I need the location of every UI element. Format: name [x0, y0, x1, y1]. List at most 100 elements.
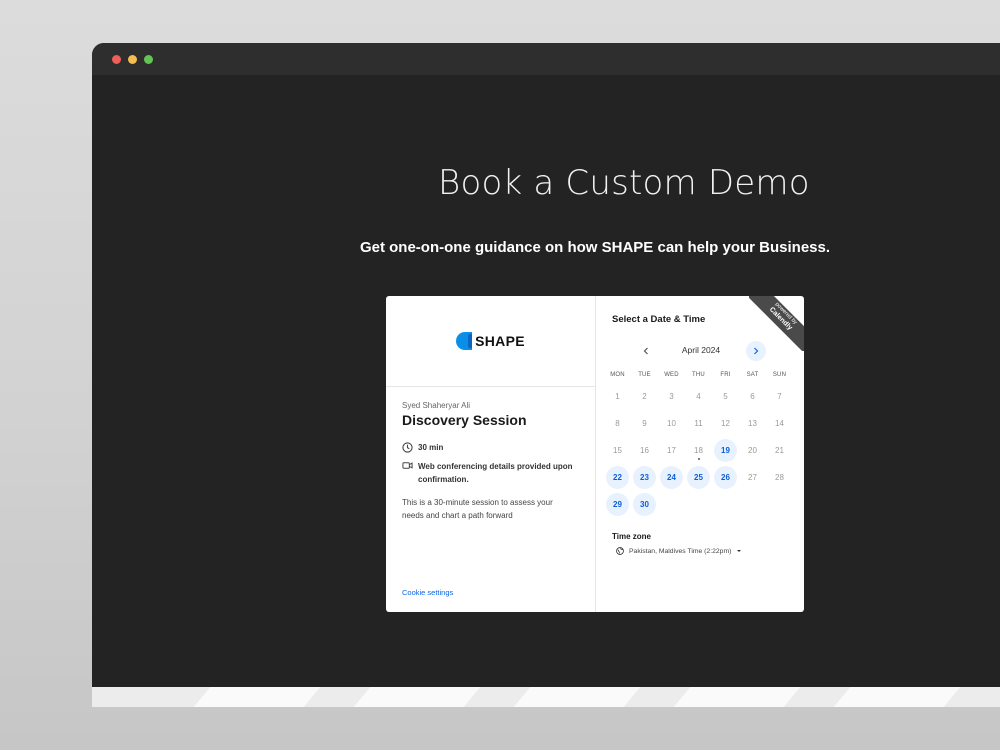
available-date-button[interactable]: 23 — [631, 464, 658, 491]
minimize-window-button[interactable] — [128, 55, 137, 64]
day-number: 19 — [714, 439, 737, 462]
weekday-label: WED — [664, 372, 679, 378]
weekday-label: MON — [610, 372, 625, 378]
calendar-day: 8 — [604, 410, 631, 437]
day-number: 10 — [667, 419, 676, 428]
event-details-pane: SHAPE Syed Shaheryar Ali Discovery Sessi… — [386, 296, 596, 612]
calendar-day: 18 — [685, 437, 712, 464]
bezel-highlight — [193, 687, 321, 707]
weekday-label: TUE — [638, 372, 651, 378]
chevron-left-icon — [643, 347, 648, 355]
available-date-button[interactable]: 24 — [658, 464, 685, 491]
available-date-button[interactable]: 22 — [604, 464, 631, 491]
day-number: 21 — [775, 446, 784, 455]
caret-down-icon — [737, 550, 742, 552]
weekday-label: SUN — [772, 372, 787, 378]
day-number: 29 — [606, 493, 629, 516]
day-number: 7 — [777, 392, 782, 401]
shape-logo-mark — [456, 332, 473, 350]
calendar-day: 15 — [604, 437, 631, 464]
shape-logo: SHAPE — [456, 332, 525, 350]
day-number: 26 — [714, 466, 737, 489]
bezel-highlight — [833, 687, 961, 707]
calendar-day: 20 — [739, 437, 766, 464]
day-number: 3 — [669, 392, 674, 401]
day-number: 17 — [667, 446, 676, 455]
date-picker-pane: Select a Date & Time April 2024 MON TUE WE… — [596, 296, 804, 612]
logo-area: SHAPE — [386, 296, 595, 387]
day-number: 28 — [775, 473, 784, 482]
maximize-window-button[interactable] — [144, 55, 153, 64]
day-number: 5 — [723, 392, 728, 401]
day-number: 23 — [633, 466, 656, 489]
day-number: 24 — [660, 466, 683, 489]
day-number: 6 — [750, 392, 755, 401]
weekday-header: MON TUE WED THU FRI SAT SUN — [604, 372, 798, 378]
calendar-day: 3 — [658, 383, 685, 410]
calendar-days-grid: 1 2 3 4 5 6 7 8 9 10 11 12 13 14 15 16 17 18 19 20 21 22 23 24 2… — [604, 383, 798, 518]
bezel-highlight — [673, 687, 801, 707]
day-number: 14 — [775, 419, 784, 428]
day-number: 2 — [642, 392, 647, 401]
day-number: 13 — [748, 419, 757, 428]
calendar-day: 4 — [685, 383, 712, 410]
calendar-day: 2 — [631, 383, 658, 410]
day-number: 12 — [721, 419, 730, 428]
available-date-button[interactable]: 26 — [712, 464, 739, 491]
video-camera-icon — [402, 462, 413, 469]
duration-text: 30 min — [418, 443, 444, 452]
page-title: Book a Custom Demo — [438, 163, 810, 203]
calendar-day: 6 — [739, 383, 766, 410]
day-number: 11 — [694, 419, 703, 428]
day-number: 22 — [606, 466, 629, 489]
event-description: This is a 30-minute session to assess yo… — [402, 498, 553, 520]
bezel-highlight — [513, 687, 641, 707]
available-date-button[interactable]: 29 — [604, 491, 631, 518]
conferencing-row: Web conferencing details provided upon c… — [402, 460, 582, 486]
page-subtitle: Get one-on-one guidance on how SHAPE can… — [359, 239, 831, 256]
bezel-highlight — [353, 687, 481, 707]
day-number: 4 — [696, 392, 701, 401]
day-number: 20 — [748, 446, 757, 455]
previous-month-button[interactable] — [636, 341, 656, 361]
available-date-button[interactable]: 25 — [685, 464, 712, 491]
weekday-label: SAT — [746, 372, 759, 378]
day-number: 1 — [615, 392, 620, 401]
globe-icon — [616, 547, 624, 555]
laptop-frame: Book a Custom Demo Get one-on-one guidan… — [92, 43, 1000, 689]
day-number: 30 — [633, 493, 656, 516]
calendar-day: 21 — [766, 437, 793, 464]
laptop-bezel — [92, 687, 1000, 707]
calendar-day: 11 — [685, 410, 712, 437]
calendar-day: 7 — [766, 383, 793, 410]
day-number: 16 — [640, 446, 649, 455]
powered-by-calendly-badge[interactable]: powered by Calendly — [749, 296, 804, 351]
available-date-button[interactable]: 30 — [631, 491, 658, 518]
timezone-selector[interactable]: Pakistan, Maldives Time (2:22pm) — [616, 547, 742, 555]
conferencing-text: Web conferencing details provided upon c… — [418, 462, 573, 484]
calendar-day: 27 — [739, 464, 766, 491]
calendar-day: 17 — [658, 437, 685, 464]
clock-icon — [402, 442, 413, 453]
day-number: 18 — [694, 446, 703, 455]
close-window-button[interactable] — [112, 55, 121, 64]
date-time-heading: Select a Date & Time — [612, 314, 706, 325]
calendar-day: 10 — [658, 410, 685, 437]
calendar-day: 5 — [712, 383, 739, 410]
browser-titlebar — [92, 43, 1000, 75]
event-title: Discovery Session — [402, 412, 527, 428]
day-number: 15 — [613, 446, 622, 455]
calendar-day: 9 — [631, 410, 658, 437]
organizer-name: Syed Shaheryar Ali — [402, 401, 471, 410]
month-navigation: April 2024 — [636, 341, 766, 361]
cookie-settings-link[interactable]: Cookie settings — [402, 588, 453, 597]
calendar-day: 16 — [631, 437, 658, 464]
calendar-day: 28 — [766, 464, 793, 491]
available-date-button[interactable]: 19 — [712, 437, 739, 464]
day-number: 9 — [642, 419, 647, 428]
scheduling-widget: SHAPE Syed Shaheryar Ali Discovery Sessi… — [386, 296, 804, 612]
calendar-day: 14 — [766, 410, 793, 437]
timezone-value: Pakistan, Maldives Time (2:22pm) — [629, 547, 732, 555]
page-content: Book a Custom Demo Get one-on-one guidan… — [92, 75, 1000, 689]
weekday-label: THU — [692, 372, 705, 378]
